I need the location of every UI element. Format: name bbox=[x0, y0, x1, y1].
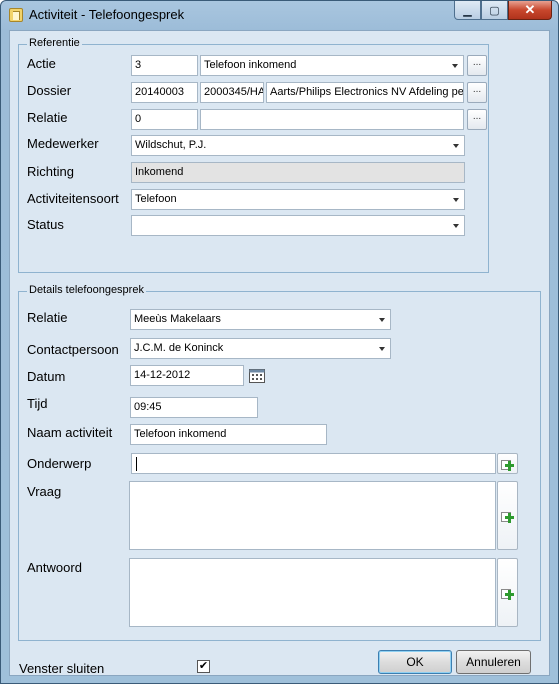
activiteitensoort-label: Activiteitensoort bbox=[27, 191, 119, 206]
relatie-name-field[interactable] bbox=[200, 109, 464, 130]
window-title: Activiteit - Telefoongesprek bbox=[29, 7, 185, 22]
contactpersoon-select[interactable]: J.C.M. de Koninck bbox=[130, 338, 391, 359]
referentie-legend: Referentie bbox=[27, 37, 82, 49]
dossier-browse-button[interactable]: ... bbox=[467, 82, 487, 103]
antwoord-textarea[interactable] bbox=[129, 558, 496, 627]
status-select[interactable] bbox=[131, 215, 465, 236]
details-legend: Details telefoongesprek bbox=[27, 284, 146, 296]
chevron-down-icon bbox=[453, 144, 459, 148]
maximize-button[interactable]: ▢ bbox=[481, 1, 508, 20]
ok-button[interactable]: OK bbox=[378, 650, 452, 674]
dialog-client-area: Referentie Actie 3 Telefoon inkomend ...… bbox=[9, 30, 550, 676]
activiteitensoort-select[interactable]: Telefoon bbox=[131, 189, 465, 210]
vraag-label: Vraag bbox=[27, 484, 62, 499]
calendar-icon bbox=[249, 369, 265, 383]
venster-sluiten-checkbox[interactable]: ✔ bbox=[197, 660, 210, 673]
contactpersoon-select-value: J.C.M. de Koninck bbox=[134, 342, 224, 354]
actie-select-value: Telefoon inkomend bbox=[204, 59, 297, 71]
onderwerp-field[interactable] bbox=[131, 453, 496, 474]
calendar-button[interactable] bbox=[248, 367, 266, 385]
naam-activiteit-label: Naam activiteit bbox=[27, 425, 113, 440]
add-green-plus-icon bbox=[501, 512, 514, 523]
actie-select[interactable]: Telefoon inkomend bbox=[200, 55, 464, 76]
tijd-label: Tijd bbox=[27, 396, 48, 411]
antwoord-add-button[interactable] bbox=[497, 558, 518, 627]
minimize-icon: ▁ bbox=[463, 4, 472, 17]
referentie-group: Referentie bbox=[18, 37, 489, 273]
relatie-id-field[interactable]: 0 bbox=[131, 109, 198, 130]
medewerker-select-value: Wildschut, P.J. bbox=[135, 139, 207, 151]
dossier-name-field[interactable]: Aarts/Philips Electronics NV Afdeling pe… bbox=[266, 82, 464, 103]
actie-id-field[interactable]: 3 bbox=[131, 55, 198, 76]
relatie-browse-button[interactable]: ... bbox=[467, 109, 487, 130]
details-relatie-select-value: Meeùs Makelaars bbox=[134, 313, 221, 325]
maximize-icon: ▢ bbox=[489, 4, 500, 17]
onderwerp-label: Onderwerp bbox=[27, 456, 92, 471]
dossier-label: Dossier bbox=[27, 83, 72, 98]
dialog-window: Activiteit - Telefoongesprek ▁ ▢ ✕ Refer… bbox=[0, 0, 559, 684]
contactpersoon-label: Contactpersoon bbox=[27, 342, 119, 357]
richting-field: Inkomend bbox=[131, 162, 465, 183]
annuleren-button[interactable]: Annuleren bbox=[456, 650, 531, 674]
tijd-field[interactable]: 09:45 bbox=[130, 397, 258, 418]
close-icon: ✕ bbox=[524, 2, 536, 17]
medewerker-label: Medewerker bbox=[27, 136, 99, 151]
onderwerp-add-button[interactable] bbox=[497, 453, 518, 474]
chevron-down-icon bbox=[379, 318, 385, 322]
document-icon bbox=[9, 8, 23, 22]
text-cursor bbox=[136, 457, 137, 471]
chevron-down-icon bbox=[453, 198, 459, 202]
chevron-down-icon bbox=[452, 64, 458, 68]
activiteitensoort-select-value: Telefoon bbox=[135, 193, 177, 205]
dossier-code-field[interactable]: 2000345/HA bbox=[200, 82, 264, 103]
datum-field[interactable]: 14-12-2012 bbox=[130, 365, 244, 386]
naam-activiteit-field[interactable]: Telefoon inkomend bbox=[130, 424, 327, 445]
venster-sluiten-label: Venster sluiten bbox=[19, 661, 105, 676]
details-relatie-label: Relatie bbox=[27, 310, 68, 325]
antwoord-label: Antwoord bbox=[27, 560, 82, 575]
dossier-number-field[interactable]: 20140003 bbox=[131, 82, 198, 103]
minimize-button[interactable]: ▁ bbox=[454, 1, 481, 20]
chevron-down-icon bbox=[453, 224, 459, 228]
details-relatie-select[interactable]: Meeùs Makelaars bbox=[130, 309, 391, 330]
add-green-plus-icon bbox=[501, 460, 514, 471]
datum-label: Datum bbox=[27, 369, 66, 384]
vraag-add-button[interactable] bbox=[497, 481, 518, 550]
relatie-label: Relatie bbox=[27, 110, 68, 125]
vraag-textarea[interactable] bbox=[129, 481, 496, 550]
status-label: Status bbox=[27, 217, 64, 232]
actie-browse-button[interactable]: ... bbox=[467, 55, 487, 76]
richting-label: Richting bbox=[27, 164, 74, 179]
actie-label: Actie bbox=[27, 56, 56, 71]
close-button[interactable]: ✕ bbox=[508, 1, 552, 20]
add-green-plus-icon bbox=[501, 589, 514, 600]
medewerker-select[interactable]: Wildschut, P.J. bbox=[131, 135, 465, 156]
chevron-down-icon bbox=[379, 347, 385, 351]
window-controls: ▁ ▢ ✕ bbox=[454, 1, 552, 20]
title-bar[interactable]: Activiteit - Telefoongesprek ▁ ▢ ✕ bbox=[1, 1, 558, 29]
